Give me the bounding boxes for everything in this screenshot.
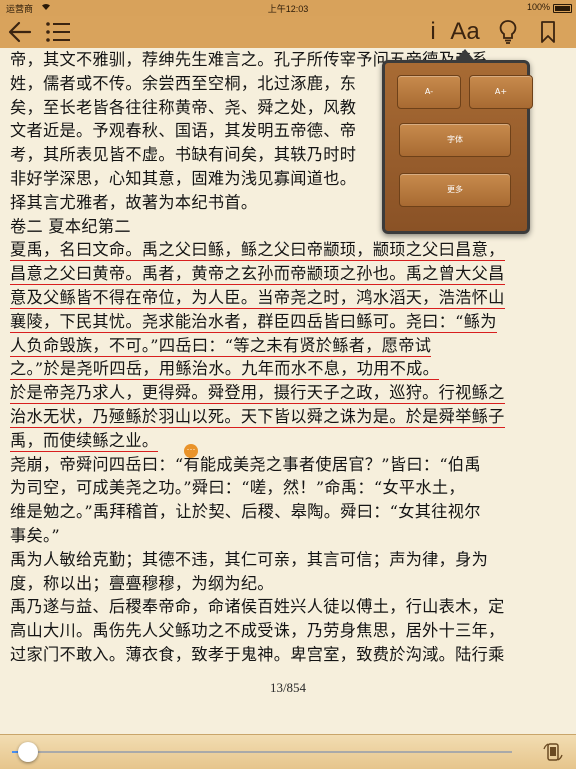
highlighted-text: 於是帝尧乃求人，更得舜。舜登用，摄行天子之政，巡狩。行视鲧之 bbox=[10, 383, 505, 405]
line-text: 维是勉之。”禹拜稽首，让於契、后稷、皋陶。舜曰：“女其往视尔 bbox=[10, 502, 481, 522]
font-family-button[interactable]: 字体 bbox=[399, 123, 511, 157]
text-line: 高山大川。禹伤先人父鲧功之不成受诛，乃劳身焦思，居外十三年， bbox=[10, 619, 570, 643]
text-line: 事矣。” bbox=[10, 524, 570, 548]
note-icon[interactable]: ··· bbox=[184, 444, 198, 458]
text-line: 治水无状，乃殛鲧於羽山以死。天下皆以舜之诛为是。於是舜举鲧子 bbox=[10, 405, 570, 429]
battery-percent: 100% bbox=[526, 2, 550, 12]
font-settings-button[interactable]: Aa bbox=[448, 16, 482, 48]
increase-font-button[interactable]: A+ bbox=[469, 75, 533, 109]
progress-slider-thumb[interactable] bbox=[17, 742, 38, 762]
list-icon bbox=[46, 22, 70, 42]
line-text: 禹为人敏给克勤；其德不违，其仁可亲，其言可信；声为律，身为 bbox=[10, 549, 489, 569]
back-arrow-icon bbox=[8, 21, 32, 43]
text-line: 禹为人敏给克勤；其德不违，其仁可亲，其言可信；声为律，身为 bbox=[10, 548, 570, 572]
highlighted-text: 人负命毁族，不可。”四岳曰：“等之未有贤於鲧者，愿帝试 bbox=[10, 335, 432, 357]
line-text: 禹乃遂与益、后稷奉帝命，命诸侯百姓兴人徒以傅土，行山表木，定 bbox=[10, 597, 505, 617]
bookmark-button[interactable] bbox=[538, 16, 558, 48]
more-settings-button[interactable]: 更多 bbox=[399, 173, 511, 207]
info-button[interactable]: i bbox=[424, 16, 442, 48]
rotation-icon bbox=[543, 743, 563, 761]
line-text: 非好学深思，心知其意，固难为浅见寡闻道也。 bbox=[10, 168, 357, 188]
info-icon: i bbox=[430, 18, 436, 45]
table-of-contents-button[interactable] bbox=[44, 16, 72, 48]
highlighted-text: 意及父鲧皆不得在帝位，为人臣。当帝尧之时，鸿水滔天，浩浩怀山 bbox=[10, 287, 505, 309]
text-line: 度，称以出；亹亹穆穆，为纲为纪。 bbox=[10, 572, 570, 596]
toolbar: i Aa bbox=[0, 16, 576, 48]
text-line: 禹乃遂与益、后稷奉帝命，命诸侯百姓兴人徒以傅土，行山表木，定 bbox=[10, 595, 570, 619]
line-text: 矣，至长老皆各往往称黄帝、尧、舜之处，风教 bbox=[10, 97, 357, 117]
line-text: 为司空，可成美尧之功。”舜曰：“嗟，然！”命禹：“女平水土， bbox=[10, 478, 465, 498]
page-indicator: 13/854 bbox=[269, 680, 307, 695]
line-text: 考，其所表见皆不虚。书缺有间矣，其轶乃时时 bbox=[10, 145, 357, 165]
font-settings-popover: A- A+ 字体 更多 bbox=[382, 49, 533, 234]
line-text: 度，称以出；亹亹穆穆，为纲为纪。 bbox=[10, 573, 274, 593]
text-line: 襄陵，下民其忧。尧求能治水者，群臣四岳皆曰鲧可。尧曰：“鲧为 bbox=[10, 310, 570, 334]
decrease-font-button[interactable]: A- bbox=[397, 75, 461, 109]
font-size-icon: Aa bbox=[450, 18, 480, 45]
text-line: 禹，而使续鲧之业。 bbox=[10, 429, 570, 453]
line-text: 事矣。” bbox=[10, 525, 60, 545]
text-line: 为司空，可成美尧之功。”舜曰：“嗟，然！”命禹：“女平水土， bbox=[10, 476, 570, 500]
highlighted-text: 昌意之父曰黄帝。禹者，黄帝之玄孙而帝颛顼之孙也。禹之曾大父昌 bbox=[10, 264, 505, 286]
highlighted-text: 之。”於是尧听四岳，用鲧治水。九年而水不息，功用不成。 bbox=[10, 359, 440, 381]
back-button[interactable] bbox=[6, 16, 34, 48]
bookmark-icon bbox=[541, 21, 555, 43]
text-line: 於是帝尧乃求人，更得舜。舜登用，摄行天子之政，巡狩。行视鲧之 bbox=[10, 381, 570, 405]
line-text: 文者近是。予观春秋、国语，其发明五帝德、帝 bbox=[10, 121, 357, 141]
battery-icon bbox=[553, 4, 572, 13]
status-bar: 运营商 上午12:03 100% bbox=[0, 0, 576, 16]
line-text: 尧崩，帝舜问四岳曰：“有能成美尧之事者使居官？”皆曰：“伯禹 bbox=[10, 454, 481, 474]
progress-slider[interactable] bbox=[12, 742, 512, 762]
text-line: 意及父鲧皆不得在帝位，为人臣。当帝尧之时，鸿水滔天，浩浩怀山 bbox=[10, 286, 570, 310]
line-text: 择其言尤雅者，故著为本纪书首。 bbox=[10, 192, 258, 212]
highlighted-text: 禹，而使续鲧之业。 bbox=[10, 430, 159, 452]
orientation-lock-button[interactable] bbox=[542, 741, 564, 763]
line-text: 卷二 夏本纪第二 bbox=[10, 216, 131, 236]
text-line: 过家门不敢入。薄衣食，致孝于鬼神。卑宫室，致费於沟淢。陆行乘 bbox=[10, 643, 570, 667]
text-line: 尧崩，帝舜问四岳曰：“有能成美尧之事者使居官？”皆曰：“伯禹 bbox=[10, 453, 570, 477]
status-time: 上午12:03 bbox=[267, 4, 309, 14]
text-line: 昌意之父曰黄帝。禹者，黄帝之玄孙而帝颛顼之孙也。禹之曾大父昌 bbox=[10, 262, 570, 286]
highlighted-text: 治水无状，乃殛鲧於羽山以死。天下皆以舜之诛为是。於是舜举鲧子 bbox=[10, 406, 505, 428]
line-text: 姓，儒者或不传。余尝西至空桐，北过涿鹿，东 bbox=[10, 73, 357, 93]
line-text: 过家门不敢入。薄衣食，致孝于鬼神。卑宫室，致费於沟淢。陆行乘 bbox=[10, 644, 505, 664]
bottom-bar bbox=[0, 734, 576, 769]
brightness-button[interactable] bbox=[496, 16, 520, 48]
highlighted-text: 襄陵，下民其忧。尧求能治水者，群臣四岳皆曰鲧可。尧曰：“鲧为 bbox=[10, 311, 497, 333]
text-line: 维是勉之。”禹拜稽首，让於契、后稷、皋陶。舜曰：“女其往视尔 bbox=[10, 500, 570, 524]
line-text: 高山大川。禹伤先人父鲧功之不成受诛，乃劳身焦思，居外十三年， bbox=[10, 621, 505, 641]
highlighted-text: 夏禹，名曰文命。禹之父曰鲧，鲧之父曰帝颛顼，颛顼之父曰昌意， bbox=[10, 240, 505, 262]
text-line: 夏禹，名曰文命。禹之父曰鲧，鲧之父曰帝颛顼，颛顼之父曰昌意， bbox=[10, 238, 570, 262]
lightbulb-icon bbox=[499, 20, 517, 44]
text-line: 之。”於是尧听四岳，用鲧治水。九年而水不息，功用不成。 bbox=[10, 357, 570, 381]
text-line: 人负命毁族，不可。”四岳曰：“等之未有贤於鲧者，愿帝试 bbox=[10, 334, 570, 358]
